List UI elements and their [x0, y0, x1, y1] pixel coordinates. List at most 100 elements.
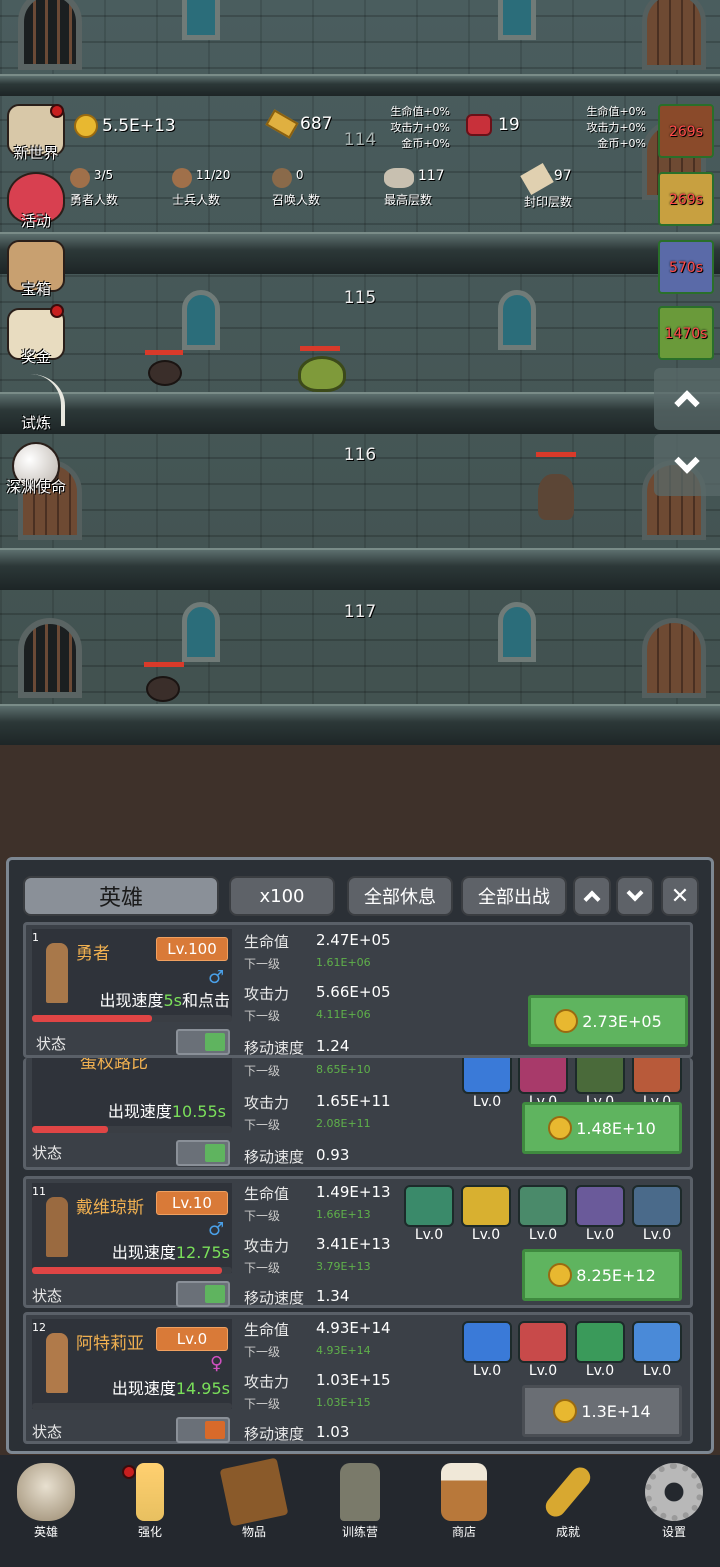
upgrade-button[interactable]: 8.25E+12 — [522, 1249, 682, 1301]
nav-shop[interactable]: 商店 — [424, 1463, 504, 1540]
floor-ledge — [0, 74, 720, 96]
chevron-up-icon — [583, 890, 601, 908]
floor-ledge — [0, 704, 720, 745]
counter-heroes: 3/5 勇者人数 — [70, 168, 119, 207]
hero-level-badge: Lv.10 — [156, 1191, 228, 1215]
chevron-down-icon — [674, 448, 700, 474]
window — [182, 0, 220, 40]
rest-all-button[interactable]: 全部休息 — [347, 876, 453, 916]
skill-slot[interactable]: Lv.0 — [461, 1185, 511, 1243]
wooden-door — [642, 0, 706, 70]
deploy-all-button[interactable]: 全部出战 — [461, 876, 567, 916]
skill-slot[interactable]: Lv.0 — [632, 1321, 682, 1379]
book-icon — [219, 1457, 289, 1527]
male-icon: ♂ — [208, 967, 225, 988]
buff-list-right: 生命值+0% 攻击力+0% 金币+0% — [586, 105, 646, 150]
nav-items[interactable]: 物品 — [214, 1457, 294, 1540]
side-btn-events[interactable]: 活动 — [4, 172, 68, 231]
timer-meat[interactable]: 269s — [658, 104, 714, 158]
skill-slot[interactable]: Lv.0 — [462, 1321, 512, 1379]
status-label: 状态 — [32, 1144, 63, 1162]
nav-heroes[interactable]: 英雄 — [6, 1463, 86, 1540]
floor-number: 117 — [343, 602, 377, 622]
upgrade-button[interactable]: 2.73E+05 — [528, 995, 688, 1047]
gold-bar-icon — [265, 109, 299, 139]
hero-name: 勇者 — [76, 944, 110, 964]
buff-list-left: 生命值+0% 攻击力+0% 金币+0% — [390, 105, 450, 150]
spider-enemy — [146, 676, 180, 702]
scroll-up-button[interactable] — [654, 368, 720, 430]
multiplier-button[interactable]: x100 — [229, 876, 335, 916]
floor-number: 115 — [343, 288, 377, 308]
skill-slot[interactable]: Lv.0 — [518, 1321, 568, 1379]
window — [182, 602, 220, 662]
side-btn-new-world[interactable]: 新世界 — [4, 104, 68, 163]
timer-candle[interactable]: 269s — [658, 172, 714, 226]
close-button[interactable]: ✕ — [661, 876, 699, 916]
floor-ledge — [0, 232, 720, 274]
summon-head-icon — [272, 168, 292, 188]
hero-head-icon — [70, 168, 90, 188]
grate-door — [18, 618, 82, 698]
side-btn-abyss-mission[interactable]: 深渊使命 — [4, 442, 68, 497]
key-icon — [541, 1463, 595, 1521]
side-btn-bonus[interactable]: 奖金 — [4, 304, 68, 367]
scroll-down-button[interactable] — [654, 434, 720, 496]
hero-card-1[interactable]: 1 勇者 Lv.100 ♂ 出现速度5s和点击 状态 生命值 2.47E+05 … — [23, 922, 693, 1058]
hero-panel: 英雄 x100 全部休息 全部出战 ✕ 蛋权路比 出现速度10.55s 状态 下… — [6, 857, 714, 1454]
hero-card-4[interactable]: 12 阿特莉亚 Lv.0 ♀ 出现速度14.95s 状态 生命值 4.93E+1… — [23, 1312, 693, 1444]
appear-speed: 出现速度14.95s — [111, 1379, 230, 1398]
floor-number: 116 — [343, 445, 377, 465]
nav-training[interactable]: 训练营 — [320, 1463, 400, 1540]
hero-hp-bar — [32, 1267, 222, 1274]
hero-name: 戴维琼斯 — [76, 1198, 144, 1218]
skull-icon — [17, 1463, 75, 1521]
nav-settings[interactable]: 设置 — [634, 1463, 714, 1540]
daggers-icon — [575, 1321, 625, 1363]
side-btn-chest[interactable]: 宝箱 — [4, 240, 68, 299]
skill-slot[interactable]: Lv.0 — [518, 1185, 568, 1243]
skill-slot[interactable]: Lv.0 — [575, 1185, 625, 1243]
dungeon-view: 114 115 116 117 5.5E+13 687 生命值+0% 攻击力+0… — [0, 0, 720, 745]
bat-enemy — [538, 474, 574, 520]
hero-card-2[interactable]: 蛋权路比 出现速度10.55s 状态 下一级 8.65E+10 攻击力 1.65… — [23, 1052, 693, 1170]
leaf-shield-icon — [462, 1052, 512, 1094]
heart-plus-icon — [632, 1321, 682, 1363]
hero-card-3[interactable]: 11 戴维琼斯 Lv.10 ♂ 出现速度12.75s 状态 生命值 1.49E+… — [23, 1176, 693, 1308]
notification-dot — [50, 104, 64, 118]
enemy-hp-bar — [536, 452, 576, 457]
scroll-icon — [520, 162, 554, 196]
gold-coin-icon — [548, 1263, 573, 1287]
appear-speed: 出现速度10.55s — [107, 1102, 226, 1121]
beast-icon — [632, 1185, 682, 1227]
nav-achievements[interactable]: 成就 — [528, 1463, 608, 1540]
page-down-button[interactable] — [616, 876, 654, 916]
skill-slot[interactable]: Lv.0 — [462, 1052, 512, 1110]
bottom-nav: 英雄 强化 物品 训练营 商店 成就 设置 — [0, 1455, 720, 1567]
upgrade-button[interactable]: 1.3E+14 — [522, 1385, 682, 1437]
slime-enemy — [298, 356, 346, 392]
upgrade-button[interactable]: 1.48E+10 — [522, 1102, 682, 1154]
timer-orb[interactable]: 1470s — [658, 306, 714, 360]
status-label: 状态 — [32, 1423, 63, 1441]
enemy-hp-bar — [300, 346, 340, 351]
status-toggle[interactable] — [176, 1417, 230, 1443]
nav-enhance[interactable]: 强化 — [110, 1463, 190, 1540]
panel-title: 英雄 — [23, 876, 219, 916]
status-toggle[interactable] — [176, 1029, 230, 1055]
skill-slot[interactable]: Lv.0 — [404, 1185, 454, 1243]
status-label: 状态 — [36, 1035, 67, 1053]
gold-coin-icon — [548, 1116, 573, 1140]
candle-icon — [136, 1463, 164, 1521]
window — [498, 0, 536, 40]
skill-slot[interactable]: Lv.0 — [632, 1185, 682, 1243]
status-toggle[interactable] — [176, 1140, 230, 1166]
skill-slot[interactable]: Lv.0 — [575, 1321, 625, 1379]
boot-icon — [518, 1185, 568, 1227]
timer-gem[interactable]: 570s — [658, 240, 714, 294]
page-up-button[interactable] — [573, 876, 611, 916]
counter-max-floor: 117 最高层数 — [384, 168, 445, 207]
status-toggle[interactable] — [176, 1281, 230, 1307]
chevron-down-icon — [626, 884, 644, 902]
side-btn-trial[interactable]: 试炼 — [4, 374, 68, 433]
